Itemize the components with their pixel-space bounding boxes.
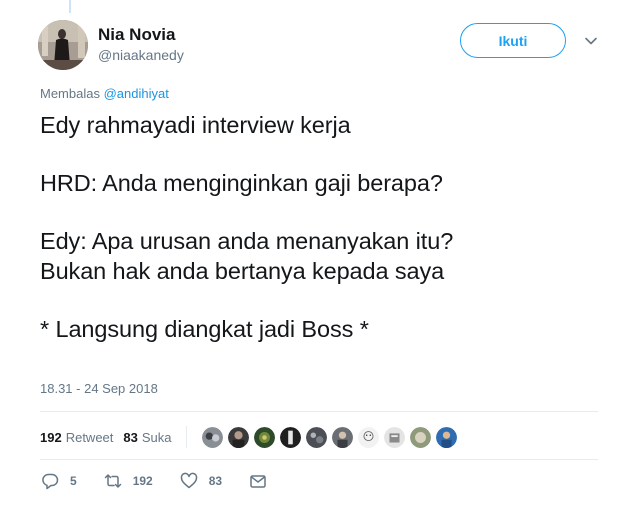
divider	[40, 459, 598, 460]
retweet-stat[interactable]: 192 Retweet	[40, 430, 113, 445]
tweet-actions: 5 192 83	[40, 471, 304, 491]
reply-button[interactable]: 5	[40, 471, 77, 491]
chevron-down-icon[interactable]	[584, 34, 598, 48]
tweet-line: Edy rahmayadi interview kerja	[40, 112, 351, 138]
like-count: 83	[208, 474, 223, 488]
message-icon	[250, 475, 266, 488]
tweet-timestamp[interactable]: 18.31 - 24 Sep 2018	[40, 381, 158, 396]
engagement-stats: 192 Retweet 83 Suka	[40, 425, 461, 449]
author-name[interactable]: Nia Novia	[98, 25, 175, 45]
stats-separator	[185, 426, 187, 448]
retweet-stat-count: 192	[40, 429, 62, 445]
liker-avatar[interactable]	[356, 425, 380, 449]
liker-avatar[interactable]	[304, 425, 328, 449]
tweet-header: Nia Novia @niaakanedy Ikuti	[38, 20, 608, 74]
tweet-line: HRD: Anda menginginkan gaji berapa?	[40, 170, 443, 196]
reply-prefix: Membalas	[40, 86, 100, 101]
reply-icon	[42, 473, 59, 490]
author-handle[interactable]: @niaakanedy	[98, 47, 184, 63]
like-stat-count: 83	[123, 429, 138, 445]
reply-mention-link[interactable]: @andihiyat	[104, 86, 169, 101]
liker-avatar[interactable]	[408, 425, 432, 449]
heart-icon	[180, 472, 197, 489]
avatar[interactable]	[38, 20, 88, 70]
tweet-line: Edy: Apa urusan anda menanyakan itu?	[40, 228, 454, 254]
like-stat-label: Suka	[141, 429, 172, 445]
thread-connector-line	[69, 0, 71, 13]
liker-avatar[interactable]	[382, 425, 406, 449]
avatar-photo	[38, 20, 88, 70]
retweet-stat-label: Retweet	[65, 429, 114, 445]
liker-avatar[interactable]	[434, 425, 458, 449]
reply-context: Membalas @andihiyat	[40, 86, 169, 101]
liker-avatars	[200, 425, 461, 449]
liker-avatar[interactable]	[226, 425, 250, 449]
follow-button[interactable]: Ikuti	[460, 23, 566, 58]
divider	[40, 411, 598, 412]
like-button[interactable]: 83	[179, 471, 222, 491]
tweet-line: Bukan hak anda bertanya kepada saya	[40, 258, 445, 284]
liker-avatar[interactable]	[278, 425, 302, 449]
like-stat[interactable]: 83 Suka	[123, 430, 171, 445]
tweet-line: * Langsung diangkat jadi Boss *	[40, 316, 369, 342]
liker-avatar[interactable]	[330, 425, 354, 449]
retweet-count: 192	[132, 474, 153, 488]
liker-avatar[interactable]	[200, 425, 224, 449]
retweet-icon	[104, 474, 121, 488]
direct-message-button[interactable]	[248, 471, 278, 491]
retweet-button[interactable]: 192	[103, 471, 153, 491]
liker-avatar[interactable]	[252, 425, 276, 449]
reply-count: 5	[70, 474, 77, 488]
tweet-text: Edy rahmayadi interview kerja HRD: Anda …	[40, 110, 600, 344]
